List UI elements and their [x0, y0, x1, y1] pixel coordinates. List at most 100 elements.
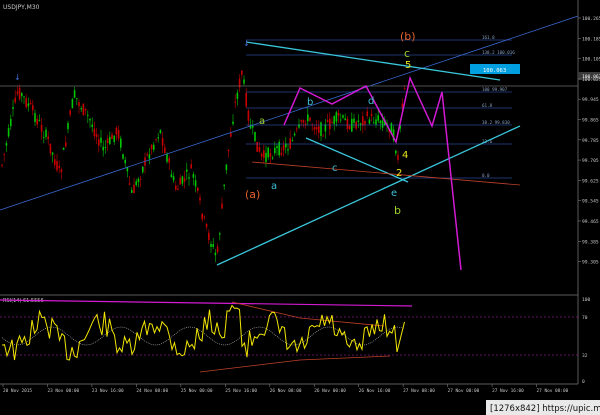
candle-body	[1, 164, 3, 166]
candle-body	[397, 155, 399, 160]
candle-body	[355, 121, 357, 129]
candle-body	[348, 126, 351, 130]
candle-body	[326, 120, 329, 122]
time-tick-label: 23 Nov 00:00	[47, 388, 79, 394]
candle-body	[289, 138, 291, 149]
candle-body	[164, 147, 166, 154]
candle-body	[201, 213, 203, 220]
candle-body	[124, 159, 126, 164]
candle-body	[36, 118, 38, 125]
candle-body	[40, 124, 43, 132]
fib-level-label: 38.2 99.830	[482, 120, 510, 125]
candle-body	[32, 105, 34, 111]
candle-body	[346, 118, 349, 129]
candle-body	[366, 111, 368, 116]
rsi-tick-label: 0	[582, 379, 585, 385]
current-price-box-text: 100.063	[483, 68, 506, 74]
candle-body	[232, 121, 234, 125]
candle-body	[241, 70, 243, 75]
candle-body	[29, 102, 32, 105]
candle-body	[313, 127, 316, 130]
candle-body	[203, 216, 206, 218]
candle-body	[150, 144, 153, 150]
candle-body	[62, 147, 65, 150]
wave-label-d-upper: d	[368, 96, 374, 107]
candle-body	[3, 153, 5, 155]
candle-body	[34, 113, 36, 122]
candle-body	[23, 96, 25, 98]
candle-body	[335, 112, 338, 122]
candle-body	[60, 169, 63, 173]
price-panel	[0, 0, 578, 294]
candle-body	[247, 110, 250, 121]
candle-body	[381, 120, 384, 128]
candle-body	[377, 115, 379, 121]
time-tick-label: 24 Nov 08:00	[136, 388, 168, 394]
candle-body	[95, 134, 98, 137]
candle-body	[16, 91, 19, 94]
candle-body	[324, 124, 327, 132]
price-tick-label: 99.545	[582, 199, 599, 205]
candle-body	[269, 153, 272, 157]
candle-body	[197, 187, 199, 191]
candle-body	[159, 129, 162, 134]
candle-body	[58, 166, 60, 168]
candle-body	[161, 138, 164, 146]
candle-body	[302, 119, 305, 123]
candle-body	[219, 233, 221, 235]
symbol-label: USDJPY,M30	[3, 4, 40, 11]
candle-body	[115, 127, 118, 135]
candle-body	[80, 108, 82, 110]
candle-body	[170, 174, 173, 178]
rsi-panel	[0, 296, 578, 384]
candle-body	[210, 243, 212, 247]
chart-canvas[interactable]: USDJPY,M30 161.8 138.2 100.016 100 99.907 6…	[0, 0, 600, 415]
candle-body	[111, 134, 113, 139]
candle-body	[331, 122, 333, 123]
candle-body	[271, 157, 274, 159]
candle-body	[10, 118, 12, 127]
candle-body	[109, 136, 111, 144]
candle-body	[258, 147, 261, 152]
rsi-axis: 100 70 32 0	[582, 297, 591, 385]
candle-body	[208, 232, 210, 240]
candle-body	[148, 154, 151, 159]
candle-body	[181, 176, 184, 184]
candle-body	[216, 246, 219, 253]
candle-body	[263, 150, 265, 158]
candle-body	[12, 107, 14, 109]
candle-body	[104, 147, 107, 149]
candle-body	[49, 143, 52, 154]
candle-body	[243, 79, 245, 84]
candle-body	[282, 145, 285, 151]
candle-body	[84, 108, 87, 111]
time-axis: 20 Nov 2015 23 Nov 00:00 23 Nov 16:00 24 No…	[2, 384, 569, 394]
candle-body	[256, 141, 258, 152]
candle-body	[117, 130, 120, 139]
candle-body	[212, 244, 214, 248]
candle-body	[102, 146, 104, 151]
wave-label-b-paren: (b)	[400, 30, 416, 43]
candle-body	[54, 159, 56, 166]
wave-label-b-lower: b	[394, 204, 401, 217]
candle-body	[133, 184, 135, 194]
candle-body	[172, 176, 175, 181]
time-tick-label: 25 Nov 16:00	[225, 388, 257, 394]
time-tick-label: 27 Nov 16:00	[492, 388, 524, 394]
candle-body	[362, 116, 364, 126]
candle-body	[166, 154, 168, 162]
candle-body	[293, 133, 296, 136]
rsi-tick-label: 70	[582, 315, 588, 321]
candle-body	[205, 223, 208, 227]
price-tick-label: 100.265	[582, 16, 600, 22]
time-tick-label: 27 Nov 00:00	[448, 388, 480, 394]
candle-body	[38, 120, 41, 121]
candle-body	[194, 180, 197, 187]
wave-label-5: 5	[405, 60, 411, 71]
candle-body	[252, 125, 254, 128]
candle-body	[120, 138, 122, 148]
candle-body	[135, 181, 137, 186]
candle-body	[14, 97, 16, 103]
rsi-tick-label: 100	[582, 297, 591, 303]
wave-label-c-top: c	[404, 47, 410, 60]
